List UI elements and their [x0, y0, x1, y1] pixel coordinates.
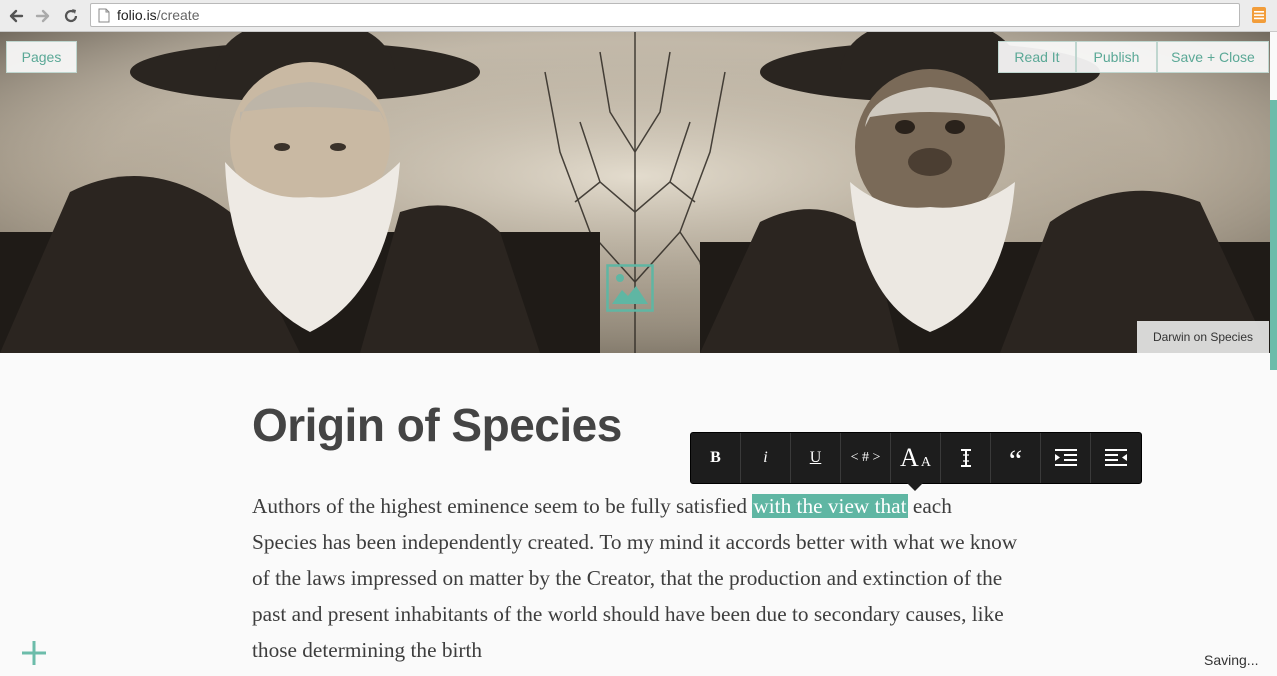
url-domain: folio.is	[117, 7, 157, 23]
image-caption[interactable]: Darwin on Species	[1137, 321, 1269, 353]
quote-icon[interactable]: “	[991, 433, 1041, 483]
page-icon	[98, 8, 110, 28]
bold-icon[interactable]: B	[691, 433, 741, 483]
add-block-icon[interactable]	[21, 640, 47, 666]
image-upload-icon[interactable]	[606, 264, 654, 312]
url-text: folio.is/create	[117, 7, 200, 23]
outdent-icon[interactable]	[1091, 433, 1141, 483]
url-path: /create	[156, 7, 200, 23]
font-size-big: A	[900, 443, 919, 472]
selected-text[interactable]: with the view that	[752, 494, 908, 518]
pages-button[interactable]: Pages	[6, 41, 77, 73]
scrollbar[interactable]	[1270, 100, 1277, 370]
code-icon[interactable]: < # >	[841, 433, 891, 483]
save-status: Saving...	[1204, 652, 1259, 668]
formatting-toolbar: B i U < # > AA “	[690, 432, 1142, 491]
browser-toolbar: folio.is/create	[0, 0, 1277, 32]
back-arrow-icon[interactable]	[6, 6, 26, 26]
read-it-button[interactable]: Read It	[998, 41, 1076, 73]
forward-arrow-icon[interactable]	[33, 6, 53, 26]
paragraph-text-after: each Species has been independently crea…	[252, 494, 1018, 662]
address-bar[interactable]: folio.is/create	[90, 3, 1240, 27]
save-close-button[interactable]: Save + Close	[1157, 41, 1269, 73]
hero-image[interactable]	[0, 32, 1270, 353]
article-title[interactable]: Origin of Species	[252, 398, 622, 452]
indent-icon[interactable]	[1041, 433, 1091, 483]
paragraph-text-before: Authors of the highest eminence seem to …	[252, 494, 753, 518]
menu-icon[interactable]	[1251, 6, 1267, 24]
italic-icon[interactable]: i	[741, 433, 791, 483]
underline-icon[interactable]: U	[791, 433, 841, 483]
article-body[interactable]: Authors of the highest eminence seem to …	[252, 488, 1022, 668]
font-size-small: A	[920, 455, 931, 470]
font-size-icon[interactable]: AA	[891, 433, 941, 483]
text-height-icon[interactable]	[941, 433, 991, 483]
reload-icon[interactable]	[61, 6, 81, 26]
publish-button[interactable]: Publish	[1076, 41, 1157, 73]
